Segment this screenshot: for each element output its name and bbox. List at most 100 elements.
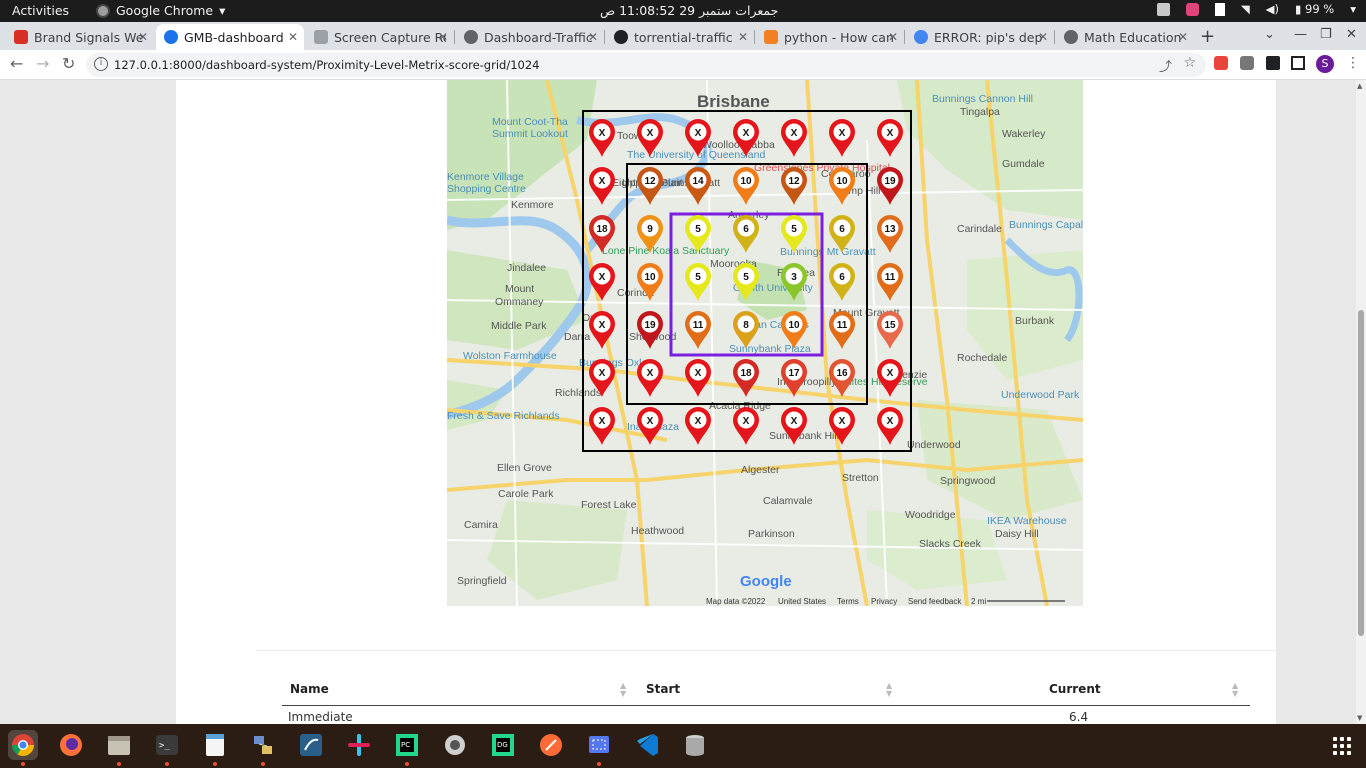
tab-dashboard-traffic[interactable]: Dashboard-Traffic ✕ [456, 24, 604, 50]
pin-rank-label: 12 [788, 176, 800, 187]
terms-link[interactable]: Terms [837, 597, 859, 606]
wifi-icon[interactable]: ◥ [1241, 2, 1250, 16]
volume-icon[interactable]: ◀) [1266, 2, 1279, 16]
forward-arrow-icon[interactable]: → [36, 54, 49, 73]
app-tray-icon[interactable] [1185, 2, 1199, 16]
column-header-start[interactable]: Start [646, 682, 680, 696]
proximity-map[interactable]: BrisbaneMount Coot-ThaSummit LookoutToow… [447, 80, 1083, 606]
dock-screenshot-tool[interactable] [440, 730, 470, 760]
dock-slack[interactable] [344, 730, 374, 760]
tab-title: ERROR: pip's dep [934, 29, 1043, 45]
column-header-current[interactable]: Current [1049, 682, 1101, 696]
svg-text:>_: >_ [159, 741, 170, 751]
close-tab-icon[interactable]: ✕ [288, 30, 298, 44]
dock-network-tool[interactable] [248, 730, 278, 760]
map-canvas[interactable]: BrisbaneMount Coot-ThaSummit LookoutToow… [447, 80, 1083, 606]
tab-brand-signals[interactable]: Brand Signals We ✕ [6, 24, 154, 50]
tab-stackoverflow[interactable]: python - How can ✕ [756, 24, 904, 50]
minimize-icon[interactable]: — [1294, 27, 1307, 42]
scroll-down-icon[interactable]: ▼ [1357, 714, 1362, 722]
address-bar[interactable]: i 127.0.0.1:8000/dashboard-system/Proxim… [86, 53, 1206, 77]
dock-postman[interactable] [536, 730, 566, 760]
dock-firefox[interactable] [56, 730, 86, 760]
tab-title: Brand Signals We [34, 29, 144, 45]
info-icon[interactable]: i [94, 57, 108, 71]
battery-indicator[interactable]: ▮ 99 % [1295, 2, 1334, 16]
pin-rank-label: 19 [644, 320, 656, 331]
close-tab-icon[interactable]: ✕ [888, 30, 898, 44]
dock-vscode[interactable] [632, 730, 662, 760]
map-country-link[interactable]: United States [778, 597, 826, 606]
pin-rank-label: X [887, 128, 894, 139]
system-tray[interactable]: ◥ ◀) ▮ 99 % ▾ [1156, 2, 1356, 16]
share-icon[interactable]: ⤴ [1159, 56, 1172, 75]
back-arrow-icon[interactable]: ← [10, 54, 23, 73]
dock-chrome[interactable] [8, 730, 38, 760]
map-label: Tingalpa [960, 106, 1000, 118]
pin-rank-label: 11 [885, 272, 896, 283]
pin-rank-label: X [695, 416, 702, 427]
close-tab-icon[interactable]: ✕ [1178, 30, 1188, 44]
tab-search-icon[interactable]: ⌄ [1264, 27, 1275, 42]
browser-toolbar: ← → ↻ i 127.0.0.1:8000/dashboard-system/… [0, 50, 1366, 80]
close-tab-icon[interactable]: ✕ [438, 30, 448, 44]
more-menu-icon[interactable]: ⋮ [1346, 55, 1360, 71]
privacy-link[interactable]: Privacy [871, 597, 897, 606]
extension-icon[interactable] [1214, 56, 1228, 70]
tab-torrential-traffic[interactable]: torrential-traffic ✕ [606, 24, 754, 50]
pin-rank-label: 14 [692, 176, 704, 187]
activities-button[interactable]: Activities [12, 3, 69, 18]
map-label: Carindale [957, 223, 1002, 235]
chevron-down-icon: ▾ [219, 3, 226, 18]
scrollbar-thumb[interactable] [1358, 310, 1364, 636]
close-tab-icon[interactable]: ✕ [588, 30, 598, 44]
tab-screen-capture[interactable]: Screen Capture Re ✕ [306, 24, 454, 50]
terminal-icon: >_ [156, 735, 178, 755]
scroll-up-icon[interactable]: ▲ [1357, 82, 1362, 90]
page-scrollbar[interactable]: ▲ ▼ [1356, 80, 1366, 724]
content-card: BrisbaneMount Coot-ThaSummit LookoutToow… [176, 80, 1276, 724]
dock-terminal[interactable]: >_ [152, 730, 182, 760]
show-applications-icon[interactable] [1333, 737, 1351, 755]
sort-icon[interactable]: ▲ ▼ [1232, 682, 1238, 698]
tab-gmb-dashboard[interactable]: GMB-dashboard ✕ [156, 24, 304, 50]
map-label: IKEA Warehouse [987, 515, 1067, 527]
reload-icon[interactable]: ↻ [62, 54, 75, 73]
tab-math-education[interactable]: Math Education P ✕ [1056, 24, 1194, 50]
new-tab-button[interactable]: + [1200, 26, 1215, 47]
app-menu[interactable]: Google Chrome ▾ [96, 3, 225, 18]
bookmark-star-icon[interactable]: ☆ [1183, 55, 1196, 71]
column-header-name[interactable]: Name [290, 682, 329, 696]
side-panel-icon[interactable] [1291, 56, 1305, 70]
clipboard-tray-icon[interactable] [1214, 2, 1225, 16]
dock-datagrip[interactable]: DG [488, 730, 518, 760]
tab-pip-error[interactable]: ERROR: pip's dep ✕ [906, 24, 1054, 50]
camera-extension-icon[interactable] [1240, 56, 1254, 70]
close-tab-icon[interactable]: ✕ [1038, 30, 1048, 44]
close-tab-icon[interactable]: ✕ [138, 30, 148, 44]
power-menu-icon[interactable]: ▾ [1350, 2, 1356, 16]
clock[interactable]: جمعرات ستمبر 29 11:08:52 ص [600, 3, 778, 18]
pin-rank-label: X [599, 368, 606, 379]
dock-mysql-workbench[interactable] [296, 730, 326, 760]
dock-pycharm[interactable]: PC [392, 730, 422, 760]
puzzle-extensions-icon[interactable] [1266, 56, 1280, 70]
send-feedback-link[interactable]: Send feedback [908, 597, 962, 606]
dock-database[interactable] [680, 730, 710, 760]
profile-avatar[interactable]: S [1316, 55, 1334, 73]
sort-icon[interactable]: ▲ ▼ [620, 682, 626, 698]
dock-text-editor[interactable] [200, 730, 230, 760]
favicon-icon [164, 30, 178, 44]
slack-tray-icon[interactable] [1156, 2, 1170, 16]
sort-icon[interactable]: ▲ ▼ [886, 682, 892, 698]
slack-icon [348, 734, 370, 756]
map-label: Darra [564, 331, 590, 343]
dock-files[interactable] [104, 730, 134, 760]
restore-icon[interactable]: ❐ [1320, 27, 1332, 42]
close-window-icon[interactable]: ✕ [1346, 27, 1357, 42]
pin-rank-label: X [647, 416, 654, 427]
chrome-icon [12, 734, 34, 756]
url-text[interactable]: 127.0.0.1:8000/dashboard-system/Proximit… [114, 58, 539, 72]
dock-screen-recorder[interactable] [584, 730, 614, 760]
close-tab-icon[interactable]: ✕ [738, 30, 748, 44]
